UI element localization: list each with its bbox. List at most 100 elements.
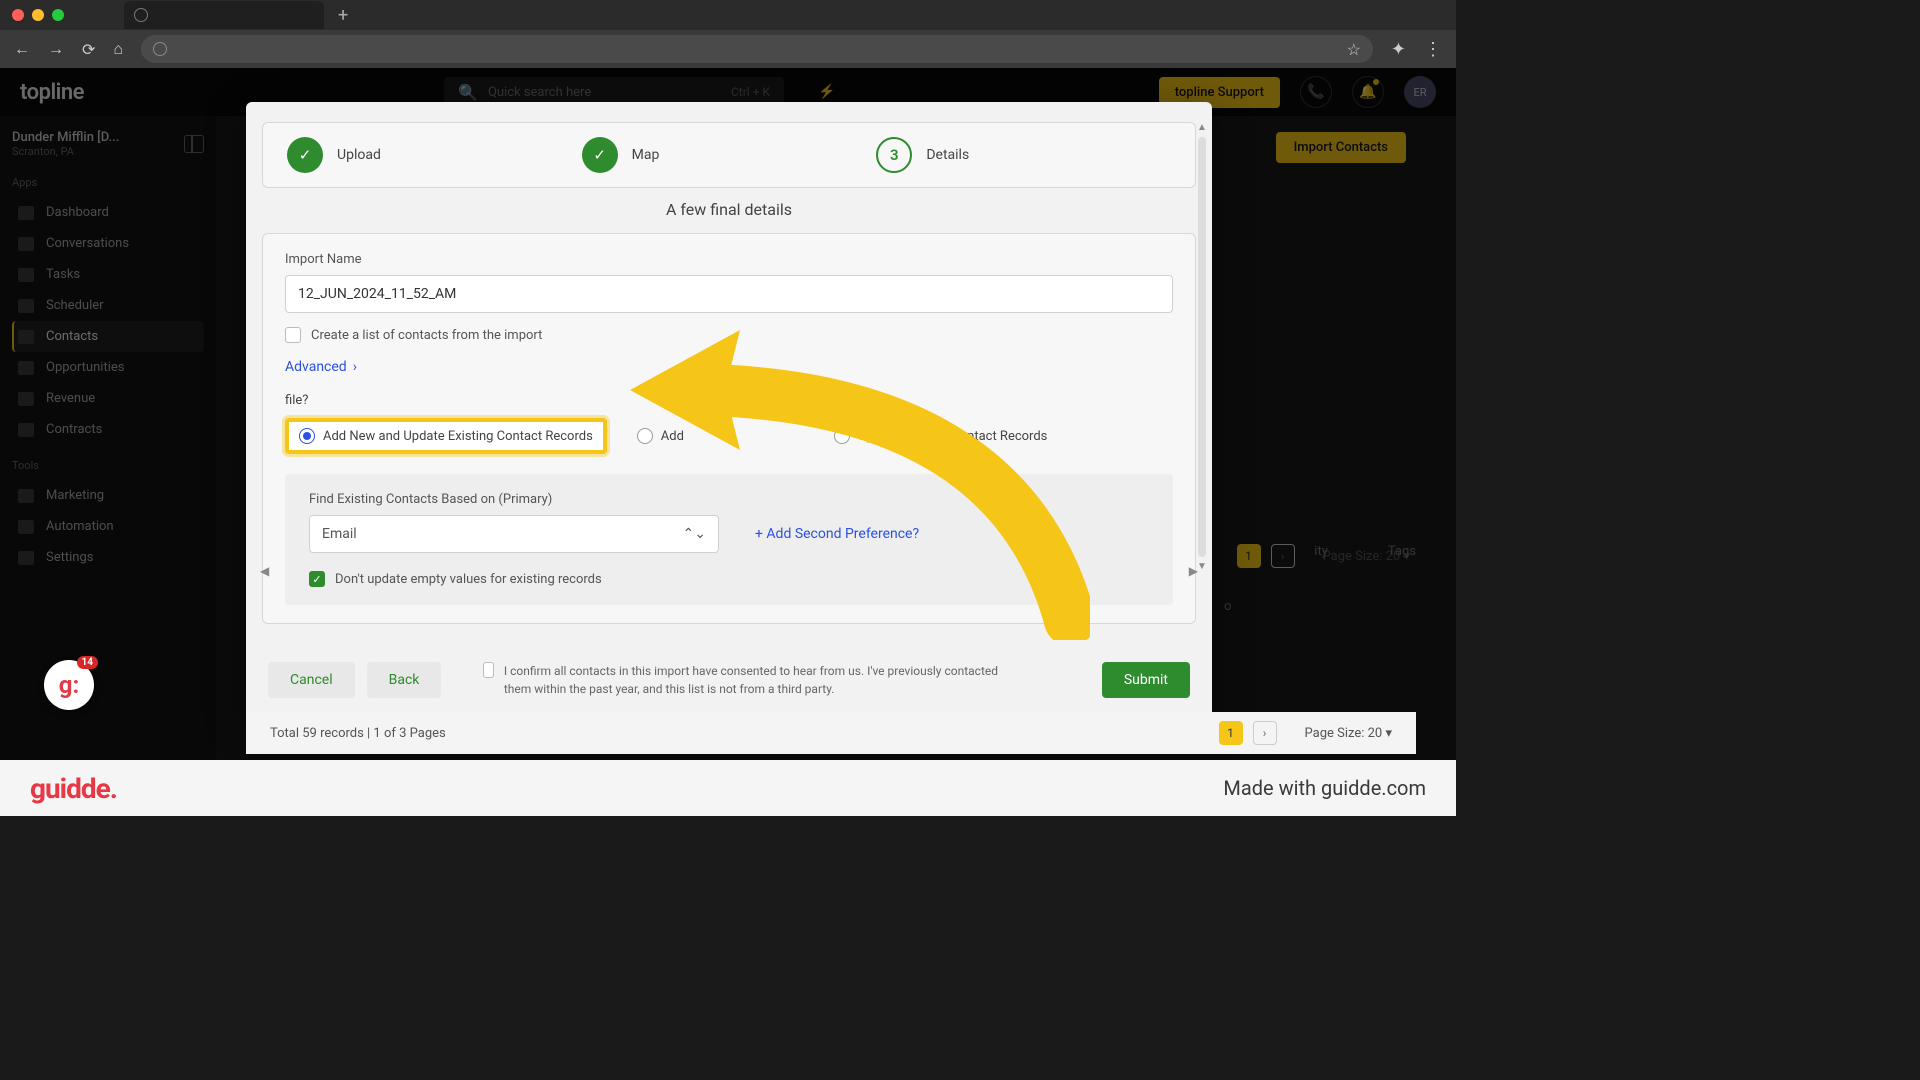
radio-group: Add New and Update Existing Contact Reco… [285, 418, 1173, 454]
search-input[interactable] [488, 85, 721, 100]
select-chevron-icon: ⌃⌄ [683, 526, 706, 542]
sidebar: Dunder Mifflin [D... Scranton, PA Apps D… [0, 116, 216, 760]
minimize-window-icon[interactable] [32, 9, 44, 21]
sidebar-item-label: Contacts [46, 329, 98, 344]
reload-icon[interactable]: ⟳ [82, 40, 95, 59]
sidebar-item-label: Dashboard [46, 205, 109, 220]
revenue-icon [18, 392, 34, 406]
sidebar-item-label: Contracts [46, 422, 102, 437]
sidebar-item-automation[interactable]: Automation [12, 511, 204, 542]
step-map[interactable]: ✓ Map [582, 137, 877, 173]
sidebar-item-label: Automation [46, 519, 114, 534]
contacts-question: file? [285, 393, 1173, 408]
cancel-button[interactable]: Cancel [268, 662, 355, 698]
extensions-icon[interactable]: ✦ [1391, 39, 1406, 60]
address-bar[interactable]: ☆ [141, 35, 1373, 63]
sidebar-item-label: Conversations [46, 236, 129, 251]
sidebar-item-conversations[interactable]: Conversations [12, 228, 204, 259]
page-current[interactable]: 1 [1219, 721, 1243, 745]
scroll-left-icon[interactable]: ◀ [260, 564, 269, 578]
back-icon[interactable]: ← [14, 39, 30, 59]
sidebar-item-tasks[interactable]: Tasks [12, 259, 204, 290]
add-second-preference[interactable]: + Add Second Preference? [755, 526, 919, 542]
bookmark-icon[interactable]: ☆ [1347, 40, 1361, 59]
radio-add[interactable]: Add [637, 428, 684, 444]
sidebar-item-marketing[interactable]: Marketing [12, 480, 204, 511]
scroll-thumb[interactable] [1198, 137, 1206, 557]
maximize-window-icon[interactable] [52, 9, 64, 21]
create-list-checkbox[interactable]: Create a list of contacts from the impor… [285, 327, 1173, 343]
calendar-icon [18, 299, 34, 313]
forward-icon[interactable]: → [48, 39, 64, 59]
marketing-icon [18, 489, 34, 503]
home-icon[interactable]: ⌂ [113, 39, 123, 59]
sidebar-item-revenue[interactable]: Revenue [12, 383, 204, 414]
submit-button[interactable]: Submit [1102, 662, 1190, 698]
scroll-up-icon[interactable]: ▲ [1197, 122, 1207, 133]
sidebar-item-dashboard[interactable]: Dashboard [12, 197, 204, 228]
import-name-label: Import Name [285, 252, 1173, 267]
checkbox-label: Create a list of contacts from the impor… [311, 328, 542, 343]
radio-label: Update Existing Contact Records [858, 429, 1047, 444]
search-icon: 🔍 [458, 83, 478, 102]
scroll-down-icon[interactable]: ▼ [1197, 561, 1207, 572]
browser-menu-icon[interactable]: ⋮ [1424, 39, 1442, 60]
modal-vscroll[interactable]: ▲▼ [1196, 122, 1208, 572]
guidde-footer: guidde. Made with guidde.com [0, 760, 1456, 816]
avatar[interactable]: ER [1404, 76, 1436, 108]
globe-icon [134, 8, 148, 22]
pager: 1 › Page Size: 20 ▾ [1219, 721, 1392, 745]
consent-text: I confirm all contacts in this import ha… [504, 662, 1004, 698]
stepper: ✓ Upload ✓ Map 3 Details [262, 122, 1196, 188]
sidebar-item-contacts[interactable]: Contacts [12, 321, 204, 352]
tasks-icon [18, 268, 34, 282]
back-button[interactable]: Back [367, 662, 442, 698]
radio-add-update[interactable]: Add New and Update Existing Contact Reco… [285, 418, 607, 454]
opportunities-icon [18, 361, 34, 375]
bell-icon[interactable]: 🔔 [1352, 76, 1384, 108]
chevron-right-icon: › [353, 359, 357, 375]
modal-title: A few final details [262, 200, 1196, 219]
page-next-icon[interactable]: › [1253, 721, 1277, 745]
sidebar-item-opportunities[interactable]: Opportunities [12, 352, 204, 383]
sidebar-item-label: Scheduler [46, 298, 104, 313]
account-switcher[interactable]: Dunder Mifflin [D... Scranton, PA [12, 130, 204, 158]
new-tab-button[interactable]: + [338, 5, 348, 26]
site-info-icon[interactable] [153, 42, 167, 56]
step-label: Details [926, 147, 969, 163]
modal-hscroll[interactable]: ◀▶ [260, 564, 1198, 578]
account-name: Dunder Mifflin [D... [12, 130, 119, 145]
close-window-icon[interactable] [12, 9, 24, 21]
radio-update[interactable]: Update Existing Contact Records [834, 428, 1047, 444]
match-subpanel: Find Existing Contacts Based on (Primary… [285, 474, 1173, 605]
guidde-attribution: Made with guidde.com [1223, 776, 1426, 800]
step-details[interactable]: 3 Details [876, 137, 1171, 173]
phone-icon[interactable]: 📞 [1300, 76, 1332, 108]
radio-label: Add [661, 429, 684, 444]
advanced-toggle[interactable]: Advanced› [285, 359, 357, 375]
scroll-right-icon[interactable]: ▶ [1189, 564, 1198, 578]
browser-tab-strip: + [0, 0, 1456, 30]
primary-select[interactable]: Email ⌃⌄ [309, 515, 719, 553]
sidebar-item-label: Opportunities [46, 360, 124, 375]
import-name-input[interactable] [285, 275, 1173, 313]
sidebar-item-contracts[interactable]: Contracts [12, 414, 204, 445]
consent-checkbox[interactable]: I confirm all contacts in this import ha… [483, 662, 1003, 698]
app-logo[interactable]: topline [20, 80, 84, 105]
sidebar-item-settings[interactable]: Settings [12, 542, 204, 573]
page-size-select[interactable]: Page Size: 20 ▾ [1305, 726, 1392, 741]
check-icon: ✓ [582, 137, 618, 173]
window-controls [12, 9, 64, 21]
apps-section-label: Apps [12, 176, 204, 189]
search-shortcut: Ctrl + K [731, 85, 770, 99]
step-upload[interactable]: ✓ Upload [287, 137, 582, 173]
records-bar: Total 59 records | 1 of 3 Pages 1 › Page… [246, 712, 1416, 754]
panel-toggle-icon[interactable] [184, 135, 204, 153]
import-contacts-button[interactable]: Import Contacts [1276, 132, 1406, 163]
radio-icon [834, 428, 850, 444]
browser-tab[interactable] [124, 1, 324, 29]
sidebar-item-scheduler[interactable]: Scheduler [12, 290, 204, 321]
guidde-float-icon[interactable]: g: [44, 660, 94, 710]
bolt-icon[interactable]: ⚡ [818, 84, 835, 100]
th-ity: ity [1314, 544, 1328, 559]
